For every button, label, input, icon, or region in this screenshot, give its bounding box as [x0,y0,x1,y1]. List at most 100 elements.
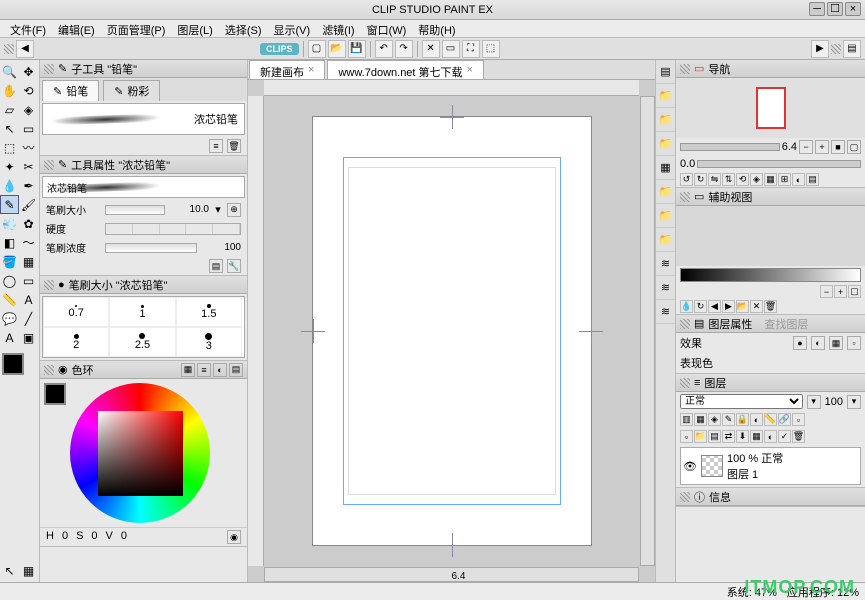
fit-icon[interactable]: ■ [831,140,845,154]
trash-icon[interactable]: 🗑 [227,139,241,153]
lasso-tool-icon[interactable]: 〰 [19,138,38,157]
layer-thumbnail[interactable] [701,455,723,477]
density-slider[interactable] [105,243,197,253]
deselect-icon[interactable]: ▭ [442,40,460,58]
reference-icon[interactable]: ◈ [708,413,721,426]
eyedropper-icon[interactable]: 💧 [680,300,693,313]
minimize-button[interactable]: ─ [809,2,825,16]
collapse-left-icon[interactable]: ◀ [16,40,34,58]
zoom-out-icon[interactable]: − [799,140,813,154]
visibility-icon[interactable]: 👁 [683,460,697,473]
mask-new-icon[interactable]: ◐ [764,430,777,443]
folder-icon[interactable]: 📁 [656,228,675,252]
brush-size-cell[interactable]: 1 [109,297,175,327]
nav-icon[interactable]: ◐ [792,173,805,186]
link-icon[interactable]: 🔗 [778,413,791,426]
apply-mask-icon[interactable]: ✓ [778,430,791,443]
brush-size-cell[interactable]: 1.5 [176,297,242,327]
canvas-page[interactable] [312,116,592,546]
color-label-icon[interactable]: ▫ [792,413,805,426]
maximize-button[interactable]: ☐ [827,2,843,16]
layers-icon[interactable]: ≋ [656,300,675,324]
zoom-in-icon[interactable]: + [834,285,847,298]
combine-icon[interactable]: ▦ [750,430,763,443]
clear-icon[interactable]: ✕ [750,300,763,313]
hand-tool-icon[interactable]: ✋ [0,81,19,100]
stepper-icon[interactable]: ▾ [213,203,223,216]
pen-tool-icon[interactable]: ✒ [19,176,38,195]
close-button[interactable]: × [845,2,861,16]
text-tool-icon[interactable]: A [19,290,38,309]
brush-size-cell[interactable]: 2 [43,327,109,357]
color-slider-icon[interactable]: ≡ [197,363,211,377]
delete-icon[interactable]: ✕ [422,40,440,58]
color-square[interactable] [98,411,183,496]
undo-icon[interactable]: ↶ [375,40,393,58]
draft-icon[interactable]: ✎ [722,413,735,426]
menu-page[interactable]: 页面管理(P) [101,20,172,37]
layers-icon[interactable]: ≋ [656,276,675,300]
magnify-tool-icon[interactable]: 🔍 [0,62,19,81]
hardness-selector[interactable] [105,223,241,235]
subtool-tab-pencil[interactable]: ✎铅笔 [42,80,99,101]
decoration-tool-icon[interactable]: ✿ [19,214,38,233]
new-layer-icon[interactable]: ▫ [680,430,693,443]
menu-edit[interactable]: 编辑(E) [52,20,101,37]
marquee-tool-icon[interactable]: ⬚ [0,138,19,157]
tone-icon[interactable]: ◐ [811,336,825,350]
eraser-tool-icon[interactable]: ◧ [0,233,19,252]
eyedropper-tool-icon[interactable]: 💧 [0,176,19,195]
layer-item[interactable]: 👁 100 % 正常 图层 1 [680,447,861,485]
close-tab-icon[interactable]: × [467,64,473,76]
foreground-swatch[interactable] [2,353,24,375]
airbrush-tool-icon[interactable]: 💨 [0,214,19,233]
rotate-left-icon[interactable]: ↺ [680,173,693,186]
rotate-tool-icon[interactable]: ⟲ [19,81,38,100]
clips-logo[interactable]: CLIPS [260,43,299,55]
reset-icon[interactable]: ⟲ [736,173,749,186]
line-tool-icon[interactable]: ╱ [19,309,38,328]
folder-icon[interactable]: 📁 [656,108,675,132]
color-wheel[interactable] [70,383,210,523]
scrollbar-vertical[interactable] [640,96,655,566]
brush-size-cell[interactable]: 3 [176,327,242,357]
gradient-tool-icon[interactable]: ▦ [19,252,38,271]
nav-icon[interactable]: ▦ [764,173,777,186]
next-icon[interactable]: ▶ [722,300,735,313]
stroke-preview[interactable]: 浓芯铅笔 [42,103,245,135]
balloon-tool-icon[interactable]: 💬 [0,309,19,328]
folder-icon[interactable]: 📁 [656,132,675,156]
ruler-icon[interactable]: 📏 [764,413,777,426]
stepper-icon[interactable]: ▾ [847,395,861,409]
folder-icon[interactable]: 📁 [656,180,675,204]
rotate-icon[interactable]: ↻ [694,300,707,313]
nav-icon[interactable]: ⊞ [778,173,791,186]
operation-tool-icon[interactable]: ◈ [19,100,38,119]
menu-layer[interactable]: 图层(L) [171,20,218,37]
move-tool-icon[interactable]: ✥ [19,62,38,81]
menu-select[interactable]: 选择(S) [219,20,268,37]
folder-icon[interactable]: 📁 [656,204,675,228]
prev-icon[interactable]: ◀ [708,300,721,313]
figure-tool-icon[interactable]: ◯ [0,271,19,290]
color-history-icon[interactable]: ▤ [229,363,243,377]
layer-move-tool-icon[interactable]: ↖ [0,119,19,138]
zoom-out-icon[interactable]: − [820,285,833,298]
transfer-icon[interactable]: ⇄ [722,430,735,443]
blend-mode-select[interactable]: 正常 [680,394,803,409]
lock-trans-icon[interactable]: ▦ [694,413,707,426]
link-icon[interactable]: ⊕ [227,203,241,217]
open-icon[interactable]: 📂 [328,40,346,58]
flip-v-icon[interactable]: ⇅ [722,173,735,186]
folder-icon[interactable]: 📁 [656,84,675,108]
subtool-tab-pastel[interactable]: ✎粉彩 [103,80,160,101]
menu-filter[interactable]: 滤镜(I) [316,20,360,37]
new-folder-icon[interactable]: 📁 [694,430,707,443]
navigator-thumbnail[interactable] [676,78,865,138]
menu-view[interactable]: 显示(V) [268,20,317,37]
wrench-icon[interactable]: 🔧 [227,259,241,273]
rotate-slider[interactable] [697,160,861,168]
canvas-viewport[interactable]: 6.4 [248,80,655,582]
collapse-right-icon[interactable]: ▶ [811,40,829,58]
lock-icon[interactable]: 🔒 [736,413,749,426]
